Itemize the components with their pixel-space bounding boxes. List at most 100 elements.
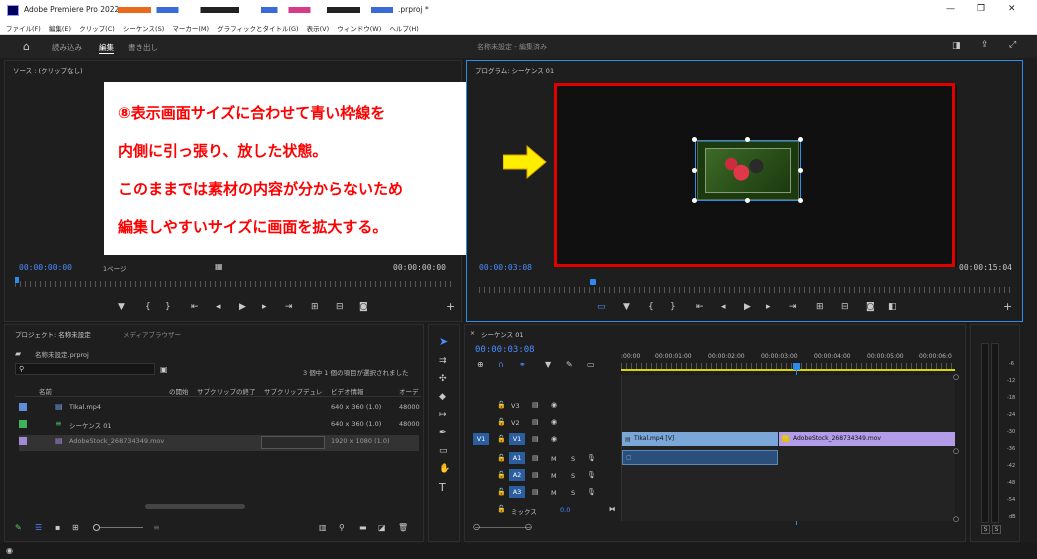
nest-icon[interactable]: ⊕ [477, 360, 484, 369]
lock-icon[interactable]: 🔓 [497, 488, 506, 497]
home-icon[interactable]: ⌂ [23, 41, 30, 52]
sort-icon[interactable]: ≡ [153, 523, 160, 532]
automate-icon[interactable]: ▥ [319, 523, 327, 532]
sync-lock-icon[interactable]: ▤ [532, 401, 539, 410]
track-name[interactable]: V1 [509, 433, 525, 445]
slip-tool-icon[interactable]: ↦ [439, 411, 447, 420]
transform-handle[interactable] [798, 198, 803, 203]
horizontal-scrollbar[interactable] [145, 504, 245, 509]
ripple-edit-tool-icon[interactable]: ✣ [439, 375, 447, 384]
mute-button[interactable]: M [551, 472, 557, 480]
menu-clip[interactable]: クリップ(C) [79, 23, 115, 33]
captions-icon[interactable]: ▭ [587, 360, 595, 369]
find-icon[interactable]: ⚲ [339, 523, 345, 532]
mark-in-icon[interactable]: { [648, 303, 654, 312]
source-playhead[interactable] [15, 277, 19, 283]
solo-button[interactable]: S [571, 472, 575, 480]
mic-icon[interactable]: 🎙 [587, 488, 596, 497]
eye-icon[interactable]: ◉ [551, 418, 557, 427]
transform-handle[interactable] [692, 198, 697, 203]
close-tab-icon[interactable]: × [470, 329, 475, 338]
sync-lock-icon[interactable]: ▤ [532, 488, 539, 497]
go-to-out-icon[interactable]: ⇥ [285, 303, 293, 312]
restore-button[interactable]: ❐ [977, 4, 985, 14]
mix-value[interactable]: 0.0 [560, 506, 570, 514]
add-marker-icon[interactable]: ▼ [545, 360, 551, 369]
step-forward-icon[interactable]: ▸ [262, 303, 267, 312]
freeform-view-icon[interactable]: ⊞ [72, 523, 79, 532]
trash-icon[interactable]: 🗑 [398, 523, 408, 532]
timeline-title[interactable]: シーケンス 01 [481, 329, 524, 339]
col-sub-dur[interactable]: サブクリップデュレ [264, 386, 322, 396]
label-color-swatch[interactable] [19, 403, 27, 411]
transform-bounding-box[interactable] [695, 140, 801, 201]
source-scrubber[interactable] [15, 281, 453, 287]
eye-icon[interactable]: ◉ [551, 401, 557, 410]
mark-in-icon[interactable]: { [145, 303, 151, 312]
label-color-swatch[interactable] [19, 420, 27, 428]
mic-icon[interactable]: 🎙 [587, 471, 596, 480]
play-icon[interactable]: ▶ [239, 303, 246, 312]
go-to-out-icon[interactable]: ⇥ [789, 303, 797, 312]
lock-icon[interactable]: 🔓 [497, 454, 506, 463]
track-name[interactable]: A1 [509, 452, 525, 464]
pencil-icon[interactable]: ✎ [15, 523, 22, 532]
razor-tool-icon[interactable]: ◆ [439, 393, 446, 402]
step-back-icon[interactable]: ◂ [216, 303, 221, 312]
lift-icon[interactable]: ⊞ [816, 303, 824, 312]
sync-lock-icon[interactable]: ▤ [532, 454, 539, 463]
solo-button[interactable]: S [571, 489, 575, 497]
program-timecode[interactable]: 00:00:03:08 [479, 263, 532, 272]
menu-window[interactable]: ウィンドウ(W) [337, 23, 381, 33]
zoom-slider-handle[interactable] [93, 524, 100, 531]
transform-handle[interactable] [745, 137, 750, 142]
col-name[interactable]: 名前 [39, 386, 52, 396]
mix-end-icon[interactable]: ⧓ [609, 505, 616, 513]
solo-button[interactable]: S [571, 455, 575, 463]
label-color-swatch[interactable] [19, 437, 27, 445]
clip-tikal-video[interactable]: ▤ TIkal.mp4 [V] [622, 432, 778, 446]
lock-icon[interactable]: 🔓 [497, 418, 506, 427]
program-playhead[interactable] [590, 279, 596, 285]
tab-export[interactable]: 書き出し [128, 42, 158, 53]
mark-out-icon[interactable]: } [670, 303, 676, 312]
eye-icon[interactable]: ◉ [551, 435, 557, 444]
transform-handle[interactable] [692, 137, 697, 142]
menu-sequence[interactable]: シーケンス(S) [123, 23, 164, 33]
time-ruler[interactable]: :00:00 00:00:01:00 00:00:02:00 00:00:03:… [621, 349, 955, 375]
clip-tikal-audio[interactable]: ▢ [622, 450, 778, 465]
sync-lock-icon[interactable]: ▤ [532, 418, 539, 427]
new-bin-from-search-icon[interactable]: ▣ [160, 365, 168, 374]
button-editor-icon[interactable]: + [1003, 301, 1012, 312]
new-bin-icon[interactable]: ▬ [359, 523, 367, 532]
close-button[interactable]: ✕ [1008, 4, 1016, 14]
hand-tool-icon[interactable]: ✋ [439, 465, 450, 474]
col-in[interactable]: の開始 [169, 386, 189, 396]
menu-marker[interactable]: マーカー(M) [172, 23, 209, 33]
sync-lock-icon[interactable]: ▤ [532, 471, 539, 480]
transform-handle[interactable] [745, 198, 750, 203]
fullscreen-icon[interactable]: ⤢ [1009, 41, 1016, 50]
track-name[interactable]: V3 [511, 402, 520, 410]
source-timecode[interactable]: 00:00:00:00 [19, 263, 72, 272]
source-page-select[interactable]: 1ページ [103, 263, 127, 273]
camera-icon[interactable]: ◙ [359, 303, 368, 312]
mute-button[interactable]: M [551, 455, 557, 463]
rename-field[interactable] [261, 436, 325, 449]
tab-edit[interactable]: 編集 [99, 42, 114, 54]
timeline-scrollbar[interactable] [475, 527, 531, 531]
linked-selection-icon[interactable]: ⚭ [519, 360, 526, 369]
share-icon[interactable]: ⇪ [981, 41, 989, 50]
media-browser-tab[interactable]: メディアブラウザー [123, 329, 181, 339]
col-video-info[interactable]: ビデオ情報 [331, 386, 364, 396]
wrench-icon[interactable]: ✎ [566, 360, 573, 369]
list-item[interactable]: ▤ TIkal.mp4 640 x 360 (1.0) 48000 [19, 401, 420, 417]
comparison-view-icon[interactable]: ◧ [888, 303, 897, 312]
lock-icon[interactable]: 🔓 [497, 471, 506, 480]
snap-icon[interactable]: ∩ [498, 360, 504, 369]
list-item[interactable]: ▤ AdobeStock_268734349.mov 1920 x 1080 (… [19, 435, 419, 451]
tab-import[interactable]: 読み込み [52, 42, 82, 53]
list-item[interactable]: ≡ シーケンス 01 640 x 360 (1.0) 48000 [19, 418, 420, 434]
track-name[interactable]: A2 [509, 469, 525, 481]
col-sub-end[interactable]: サブクリップの終了 [197, 386, 256, 396]
